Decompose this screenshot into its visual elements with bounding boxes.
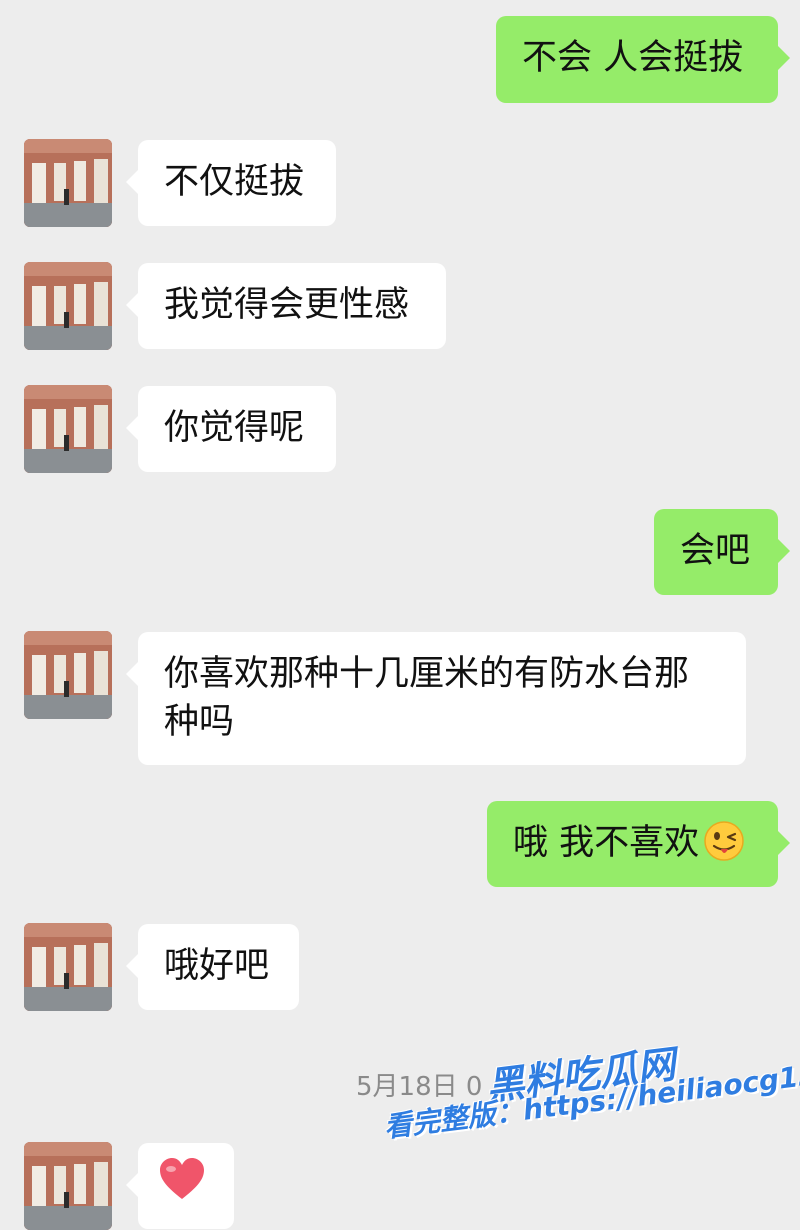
message-text: 哦 我不喜欢 [513, 823, 700, 863]
contact-avatar[interactable] [24, 139, 112, 227]
message-bubble-incoming[interactable]: 我觉得会更性感 [126, 263, 446, 349]
message-text: 不仅挺拔 [164, 162, 305, 202]
avatar-image [24, 923, 112, 1011]
message-bubble-outgoing[interactable]: 哦 我不喜欢 [487, 801, 790, 887]
message-text: 不会 人会挺拔 [522, 38, 744, 78]
message-bubble-incoming[interactable]: 哦好吧 [126, 924, 299, 1010]
avatar-image [24, 139, 112, 227]
message-bubble-incoming[interactable] [126, 1143, 234, 1229]
message-text: 哦好吧 [164, 946, 270, 986]
message-text: 你觉得呢 [164, 408, 305, 448]
contact-avatar[interactable] [24, 923, 112, 1011]
avatar-image [24, 631, 112, 719]
heart-emoji [160, 1158, 204, 1199]
contact-avatar[interactable] [24, 385, 112, 473]
contact-avatar[interactable] [24, 1142, 112, 1230]
message-bubble-incoming[interactable]: 不仅挺拔 [126, 140, 336, 226]
avatar-image [24, 385, 112, 473]
message-text: 会吧 [680, 531, 751, 571]
message-bubble-outgoing[interactable]: 不会 人会挺拔 [496, 16, 790, 103]
winking-tongue-emoji [704, 821, 744, 861]
avatar-image [24, 1142, 112, 1230]
message-text: 你喜欢那种十几厘米的有防水台那种吗 [164, 654, 690, 742]
contact-avatar[interactable] [24, 631, 112, 719]
avatar-image [24, 262, 112, 350]
message-bubble-incoming[interactable]: 你喜欢那种十几厘米的有防水台那种吗 [126, 632, 746, 765]
message-text: 我觉得会更性感 [164, 285, 410, 325]
message-bubble-outgoing[interactable]: 会吧 [654, 509, 790, 595]
message-bubble-incoming[interactable]: 你觉得呢 [126, 386, 336, 472]
contact-avatar[interactable] [24, 262, 112, 350]
